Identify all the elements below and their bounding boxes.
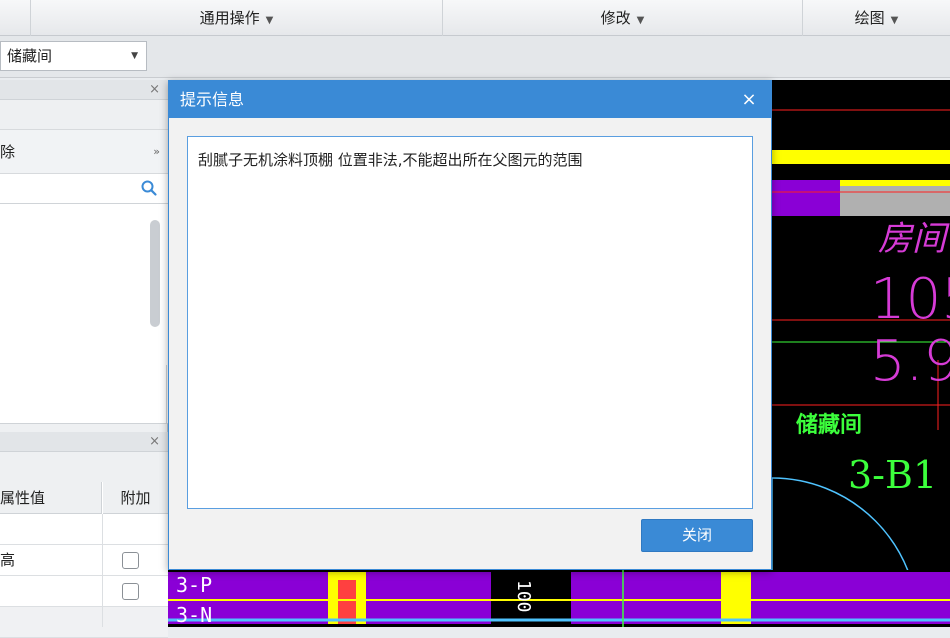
extra-checkbox[interactable] (122, 583, 139, 600)
search-icon[interactable] (140, 179, 158, 197)
table-row (0, 576, 168, 607)
scrollbar-thumb[interactable] (150, 220, 160, 327)
message-text: 刮腻子无机涂料顶棚 位置非法,不能超出所在父图元的范围 (198, 151, 583, 169)
col-header-value: 属性值 (0, 482, 102, 514)
yellow-strip (840, 180, 950, 186)
delete-row[interactable]: 除 » (0, 130, 168, 174)
yellow-column (721, 572, 751, 624)
table-row (0, 514, 168, 545)
menu-draw-label: 绘图 (854, 9, 885, 27)
close-button[interactable]: 关闭 (641, 519, 753, 552)
chevron-down-icon: ▼ (636, 15, 645, 26)
column-divider (102, 514, 103, 627)
yellow-band (768, 150, 950, 164)
delete-row-label: 除 (0, 143, 16, 161)
close-icon[interactable]: × (149, 80, 160, 100)
dialog-title-bar: 提示信息 × (169, 81, 771, 118)
purple-wall (366, 572, 491, 624)
menu-left-stub (0, 0, 30, 36)
height-value: 5.9 (870, 329, 950, 394)
chevron-down-icon: ▼ (890, 15, 899, 26)
area-value: 105 (870, 267, 950, 332)
code-n: 3-N (176, 603, 212, 627)
floor-select[interactable]: 储藏间 ▼ (0, 41, 147, 71)
double-chevron-right-icon[interactable]: » (153, 130, 160, 174)
menu-general-ops-label: 通用操作 (199, 9, 260, 27)
purple-wall (571, 572, 721, 624)
search-input[interactable] (0, 174, 168, 204)
close-icon[interactable]: × (149, 432, 160, 452)
dim-text: 100 (513, 580, 534, 613)
table-row (0, 607, 168, 638)
room-code-text: 3-B1 (848, 453, 937, 497)
menu-draw[interactable]: 绘图 ▼ (802, 0, 950, 36)
close-icon[interactable]: × (737, 81, 761, 118)
menu-modify-label: 修改 (600, 9, 631, 27)
row-name: 高 (0, 551, 16, 569)
col-header-extra: 附加 (103, 482, 168, 514)
properties-toolbar (0, 452, 168, 482)
scrollbar-track (166, 365, 167, 424)
dialog-title: 提示信息 (180, 90, 245, 109)
menu-general-ops[interactable]: 通用操作 ▼ (30, 0, 442, 36)
chevron-down-icon: ▼ (265, 15, 274, 26)
message-textarea[interactable]: 刮腻子无机涂料顶棚 位置非法,不能超出所在父图元的范围 (187, 136, 753, 509)
component-list[interactable] (0, 204, 168, 424)
room-name-text: 储藏间 (796, 412, 862, 438)
room-label-top: 房间 (878, 219, 950, 259)
panel-header-top: × (0, 80, 168, 100)
table-row: 高 (0, 545, 168, 576)
purple-wall (751, 572, 950, 624)
code-p: 3-P (176, 573, 212, 597)
red-column (338, 580, 356, 624)
properties-panel-header: × (0, 432, 168, 452)
top-menu-bar: 通用操作 ▼ 修改 ▼ 绘图 ▼ (0, 0, 950, 36)
chevron-down-icon: ▼ (131, 51, 138, 61)
menu-modify[interactable]: 修改 ▼ (442, 0, 802, 36)
panel-subheader (0, 100, 168, 130)
properties-table: 属性值 附加 高 (0, 482, 168, 638)
extra-checkbox[interactable] (122, 552, 139, 569)
purple-block (768, 180, 840, 216)
floor-select-value: 储藏间 (7, 47, 53, 65)
message-dialog: 提示信息 × 刮腻子无机涂料顶棚 位置非法,不能超出所在父图元的范围 关闭 (168, 80, 772, 570)
